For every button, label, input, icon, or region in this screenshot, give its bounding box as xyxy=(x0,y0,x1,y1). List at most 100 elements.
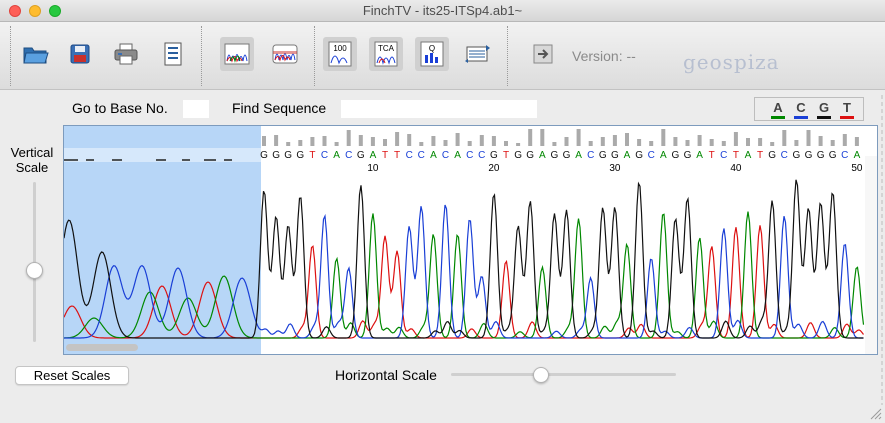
chromatogram-panel[interactable]: GGGGTCACGATTCCACACCGTGGAGGACGGAGCAGGATCT… xyxy=(63,125,878,355)
base-call: A xyxy=(454,150,461,161)
base-call: G xyxy=(684,150,692,161)
base-position-label: 30 xyxy=(609,163,621,174)
base-call: A xyxy=(370,150,377,161)
quality-bar xyxy=(661,129,666,146)
quality-values-button[interactable]: 100 xyxy=(323,37,357,71)
window-resize-grip-icon[interactable] xyxy=(868,406,882,420)
scroll-sequence-button[interactable] xyxy=(461,37,495,71)
open-button[interactable] xyxy=(19,37,53,71)
open-folder-icon xyxy=(23,47,49,64)
geospiza-logo: geospiza xyxy=(683,50,780,74)
goto-base-input[interactable] xyxy=(183,100,209,118)
goto-base-label: Go to Base No. xyxy=(72,100,168,116)
base-call: A xyxy=(430,150,437,161)
quality-bar xyxy=(455,133,460,146)
quality-bar xyxy=(298,140,303,146)
quality-bar xyxy=(758,138,763,146)
quality-values-icon-text: 100 xyxy=(333,44,347,53)
legend-label-a: A xyxy=(773,100,783,115)
base-call: G xyxy=(611,150,619,161)
base-call: T xyxy=(309,150,315,161)
export-button[interactable] xyxy=(526,37,560,71)
base-call: C xyxy=(466,150,473,161)
base-call: C xyxy=(321,150,328,161)
find-sequence-label: Find Sequence xyxy=(232,100,327,116)
base-call: C xyxy=(406,150,413,161)
quality-bar xyxy=(673,137,678,146)
base-call: T xyxy=(709,150,715,161)
quality-bar xyxy=(697,135,702,146)
horizontal-scale-slider-knob[interactable] xyxy=(533,367,549,383)
chromatogram-trace: GGGGTCACGATTCCACACCGTGGAGGACGGAGCAGGATCT… xyxy=(64,126,865,354)
print-button[interactable] xyxy=(109,37,143,71)
quality-bar xyxy=(528,129,533,146)
version-label: Version: -- xyxy=(572,48,636,64)
legend-label-t: T xyxy=(843,100,851,115)
base-call: A xyxy=(539,150,546,161)
quality-bar xyxy=(770,142,775,146)
sequence-text-icon: TCA xyxy=(374,41,398,67)
horizontal-scrollbar-thumb[interactable] xyxy=(66,344,138,351)
quality-bar xyxy=(552,142,557,146)
base-call: G xyxy=(768,150,776,161)
reset-scales-button[interactable]: Reset Scales xyxy=(15,366,129,385)
quality-bar xyxy=(649,141,654,146)
base-call: C xyxy=(418,150,425,161)
base-call: G xyxy=(551,150,559,161)
quality-bar xyxy=(637,139,642,146)
quality-bar xyxy=(721,141,726,146)
quality-bar xyxy=(310,137,315,146)
quality-bar xyxy=(806,130,811,146)
base-call: C xyxy=(720,150,727,161)
base-call: A xyxy=(745,150,752,161)
base-call: C xyxy=(648,150,655,161)
chromatogram-alt-view-icon xyxy=(272,44,298,64)
base-call: C xyxy=(587,150,594,161)
quality-bar xyxy=(516,143,521,146)
vertical-scale-slider-knob[interactable] xyxy=(26,262,43,279)
quality-bar xyxy=(395,132,400,146)
base-call: G xyxy=(817,150,825,161)
toolbar-separator xyxy=(507,26,508,86)
base-call: G xyxy=(490,150,498,161)
quality-bar xyxy=(600,137,605,146)
info-button[interactable] xyxy=(156,37,190,71)
chromatogram-view-icon xyxy=(224,43,250,65)
find-sequence-input[interactable] xyxy=(341,100,537,118)
base-position-label: 50 xyxy=(851,163,863,174)
base-call: G xyxy=(599,150,607,161)
legend-swatch-a xyxy=(771,116,785,119)
chromatogram-alt-view-button[interactable] xyxy=(268,37,302,71)
quality-bar xyxy=(491,136,496,146)
quality-bar xyxy=(346,130,351,146)
horizontal-scale-track[interactable] xyxy=(451,373,676,376)
legend-label-c: C xyxy=(796,100,806,115)
quality-bar xyxy=(540,129,545,146)
save-button[interactable] xyxy=(63,37,97,71)
base-call: G xyxy=(635,150,643,161)
base-call: A xyxy=(624,150,631,161)
quality-bar xyxy=(274,135,279,146)
quality-bar xyxy=(286,142,291,146)
print-icon xyxy=(114,43,138,65)
title-bar[interactable]: FinchTV - its25-ITSp4.ab1~ xyxy=(0,0,885,22)
base-call: G xyxy=(793,150,801,161)
base-call: C xyxy=(781,150,788,161)
base-call: T xyxy=(503,150,509,161)
base-call: A xyxy=(696,150,703,161)
quality-bar xyxy=(842,134,847,146)
chromatogram-view-button[interactable] xyxy=(220,37,254,71)
legend-label-g: G xyxy=(818,100,830,115)
sequence-text-icon-text: TCA xyxy=(378,44,395,53)
quality-bar xyxy=(854,137,859,146)
sequence-text-button[interactable]: TCA xyxy=(369,37,403,71)
base-call: C xyxy=(841,150,848,161)
base-call: C xyxy=(442,150,449,161)
base-call: A xyxy=(575,150,582,161)
quality-report-button[interactable]: Q xyxy=(415,37,449,71)
quality-values-icon: 100 xyxy=(328,41,352,67)
base-call: A xyxy=(333,150,340,161)
base-call: A xyxy=(660,150,667,161)
quality-bar xyxy=(709,139,714,146)
quality-bar xyxy=(358,135,363,146)
